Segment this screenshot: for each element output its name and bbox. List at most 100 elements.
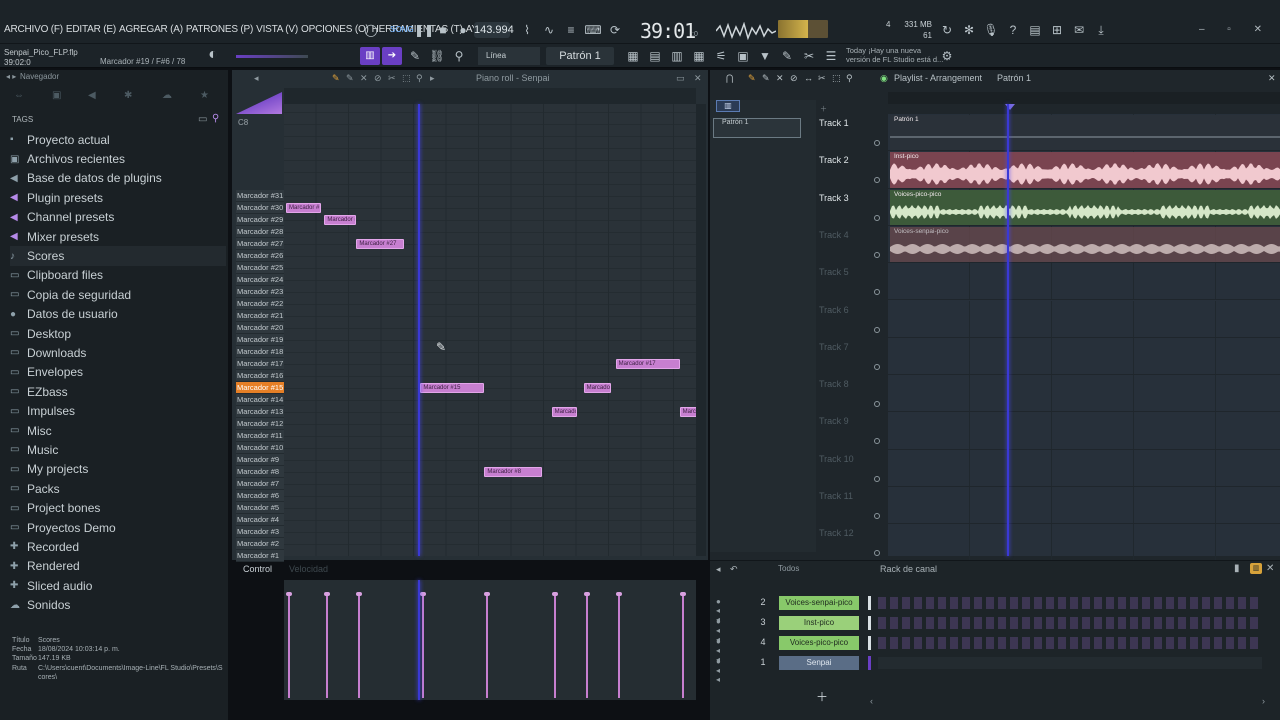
- piano-key[interactable]: Marcador #15: [236, 382, 284, 394]
- playlist-icon[interactable]: ▤: [646, 48, 664, 64]
- track-mute-icon[interactable]: [874, 140, 880, 146]
- track-label[interactable]: Track 1: [819, 118, 849, 128]
- snap-selector[interactable]: Línea: [478, 47, 540, 65]
- browser-item[interactable]: ◀ Channel presets: [10, 208, 226, 227]
- rack-group-filter[interactable]: Todos: [778, 564, 860, 573]
- browser-item[interactable]: ▭ EZbass: [10, 382, 226, 401]
- track-lane[interactable]: [888, 487, 1280, 525]
- piano-key[interactable]: Marcador #19: [236, 334, 284, 346]
- piano-key[interactable]: Marcador #11: [236, 430, 284, 442]
- brush-icon[interactable]: ✎: [778, 48, 796, 64]
- zoom-tool-icon[interactable]: ⚲: [416, 73, 423, 84]
- browser-item[interactable]: ▭ Packs: [10, 479, 226, 498]
- arrow-mode-button[interactable]: ➔: [382, 47, 402, 65]
- plugin-picker-icon[interactable]: ▼: [756, 48, 774, 64]
- menu-item-5[interactable]: OPCIONES (O): [301, 24, 369, 35]
- piano-key[interactable]: Marcador #14: [236, 394, 284, 406]
- track-lane[interactable]: [888, 375, 1280, 413]
- track-label[interactable]: Track 5: [819, 267, 849, 277]
- add-channel-button[interactable]: ＋: [816, 688, 828, 705]
- browser-collapse-icon[interactable]: ◂ ▸: [6, 72, 16, 81]
- pl-slice-tool-icon[interactable]: ✂: [818, 73, 826, 84]
- piano-key[interactable]: Marcador #17: [236, 358, 284, 370]
- track-label[interactable]: Track 7: [819, 342, 849, 352]
- piano-key[interactable]: Marcador #21: [236, 310, 284, 322]
- link-icon[interactable]: ⛓: [428, 48, 446, 64]
- list-icon[interactable]: ☰: [822, 48, 840, 64]
- tempo-display[interactable]: 143.994: [474, 22, 514, 38]
- rack-menu-icon[interactable]: ◂: [716, 564, 721, 575]
- view-icon[interactable]: ▣: [52, 90, 61, 101]
- piano-key[interactable]: Marcador #2: [236, 538, 284, 550]
- track-mute-icon[interactable]: [874, 475, 880, 482]
- piano-roll-minimize[interactable]: ▭: [676, 73, 685, 84]
- channel-button[interactable]: Inst-pico: [779, 616, 859, 630]
- master-pitch-slider[interactable]: [236, 55, 308, 58]
- track-lane[interactable]: [888, 412, 1280, 450]
- update-icon[interactable]: ⚙: [938, 48, 956, 64]
- velocity-bar[interactable]: [484, 592, 491, 698]
- save-icon[interactable]: ▤: [1026, 22, 1044, 38]
- piano-key[interactable]: Marcador #16: [236, 370, 284, 382]
- track-lane[interactable]: [888, 337, 1280, 376]
- channel-button[interactable]: Senpai: [779, 656, 859, 670]
- track-label[interactable]: Track 3: [819, 193, 849, 203]
- track-label[interactable]: Track 11: [819, 491, 853, 501]
- piano-key[interactable]: Marcador #5: [236, 502, 284, 514]
- piano-key[interactable]: Marcador #25: [236, 262, 284, 274]
- song-pattern-toggle[interactable]: SONG: [390, 22, 414, 38]
- slice-tool-icon[interactable]: ✂: [388, 73, 396, 84]
- pl-draw-tool-icon[interactable]: ✎: [748, 73, 756, 84]
- wave-icon[interactable]: ∿: [540, 22, 558, 38]
- pitch-icon[interactable]: ⌇: [518, 22, 536, 38]
- velocity-bar[interactable]: [420, 592, 427, 698]
- piano-roll-close[interactable]: ✕: [694, 73, 702, 84]
- channel-steps[interactable]: [878, 637, 1262, 649]
- mute-tool-icon[interactable]: ⊘: [374, 73, 382, 84]
- piano-key[interactable]: Marcador #12: [236, 418, 284, 430]
- note[interactable]: Marcador #: [286, 203, 322, 213]
- track-label[interactable]: Track 12: [819, 528, 854, 538]
- browser-item[interactable]: ▭ My projects: [10, 460, 226, 479]
- select-tool-icon[interactable]: ⬚: [402, 73, 411, 84]
- playlist-clip[interactable]: Patrón 1: [890, 115, 1280, 151]
- browser-item[interactable]: ● Datos de usuario: [10, 305, 226, 324]
- browser-item[interactable]: ▭ Copia de seguridad: [10, 285, 226, 304]
- piano-key[interactable]: Marcador #13: [236, 406, 284, 418]
- browser-item[interactable]: ▭ Clipboard files: [10, 266, 226, 285]
- piano-key[interactable]: Marcador #24: [236, 274, 284, 286]
- playlist-clip[interactable]: Inst-pico: [890, 152, 1280, 188]
- menu-item-0[interactable]: ARCHIVO (F): [4, 24, 63, 35]
- browser-item[interactable]: ▭ Desktop: [10, 324, 226, 343]
- velocity-bar[interactable]: [286, 592, 292, 698]
- pl-zoom-tool-icon[interactable]: ⚲: [846, 73, 853, 84]
- browser-item[interactable]: ◀ Base de datos de plugins: [10, 169, 226, 188]
- piano-roll-mode-button[interactable]: ▥: [360, 47, 380, 65]
- collapse-all-icon[interactable]: ⇔: [14, 90, 24, 101]
- velocity-lane[interactable]: [284, 580, 696, 700]
- channel-controls-icon[interactable]: ● ◂ ◂: [716, 657, 721, 684]
- piano-key[interactable]: Marcador #20: [236, 322, 284, 334]
- track-label[interactable]: Track 6: [819, 305, 849, 315]
- note[interactable]: Marcador #: [324, 215, 357, 225]
- browser-item[interactable]: ◀ Mixer presets: [10, 227, 226, 246]
- piano-key[interactable]: Marcador #29: [236, 214, 284, 226]
- browser-item[interactable]: ▪ Proyecto actual: [10, 130, 226, 149]
- track-mute-icon[interactable]: [874, 251, 880, 258]
- track-lane[interactable]: [888, 300, 1280, 338]
- favorite-icon[interactable]: ★: [200, 90, 209, 101]
- track-mute-icon[interactable]: [874, 363, 880, 370]
- pattern-picker-item[interactable]: Patrón 1: [713, 118, 801, 138]
- magnet-icon[interactable]: ⋂: [726, 73, 733, 84]
- playlist-ruler[interactable]: [888, 92, 1280, 104]
- piano-key[interactable]: Marcador #6: [236, 490, 284, 502]
- rack-undo-icon[interactable]: ↶: [730, 564, 738, 575]
- note[interactable]: Marcador #8: [484, 467, 542, 477]
- browser-item[interactable]: ✚ Rendered: [10, 557, 226, 576]
- browser-item[interactable]: ▭ Envelopes: [10, 363, 226, 382]
- playback-tool-icon[interactable]: ▸: [430, 73, 435, 84]
- piano-key[interactable]: Marcador #4: [236, 514, 284, 526]
- rack-scroll-left[interactable]: ‹: [870, 696, 873, 706]
- channel-steps[interactable]: [878, 657, 1262, 669]
- chat-icon[interactable]: ✉: [1070, 22, 1088, 38]
